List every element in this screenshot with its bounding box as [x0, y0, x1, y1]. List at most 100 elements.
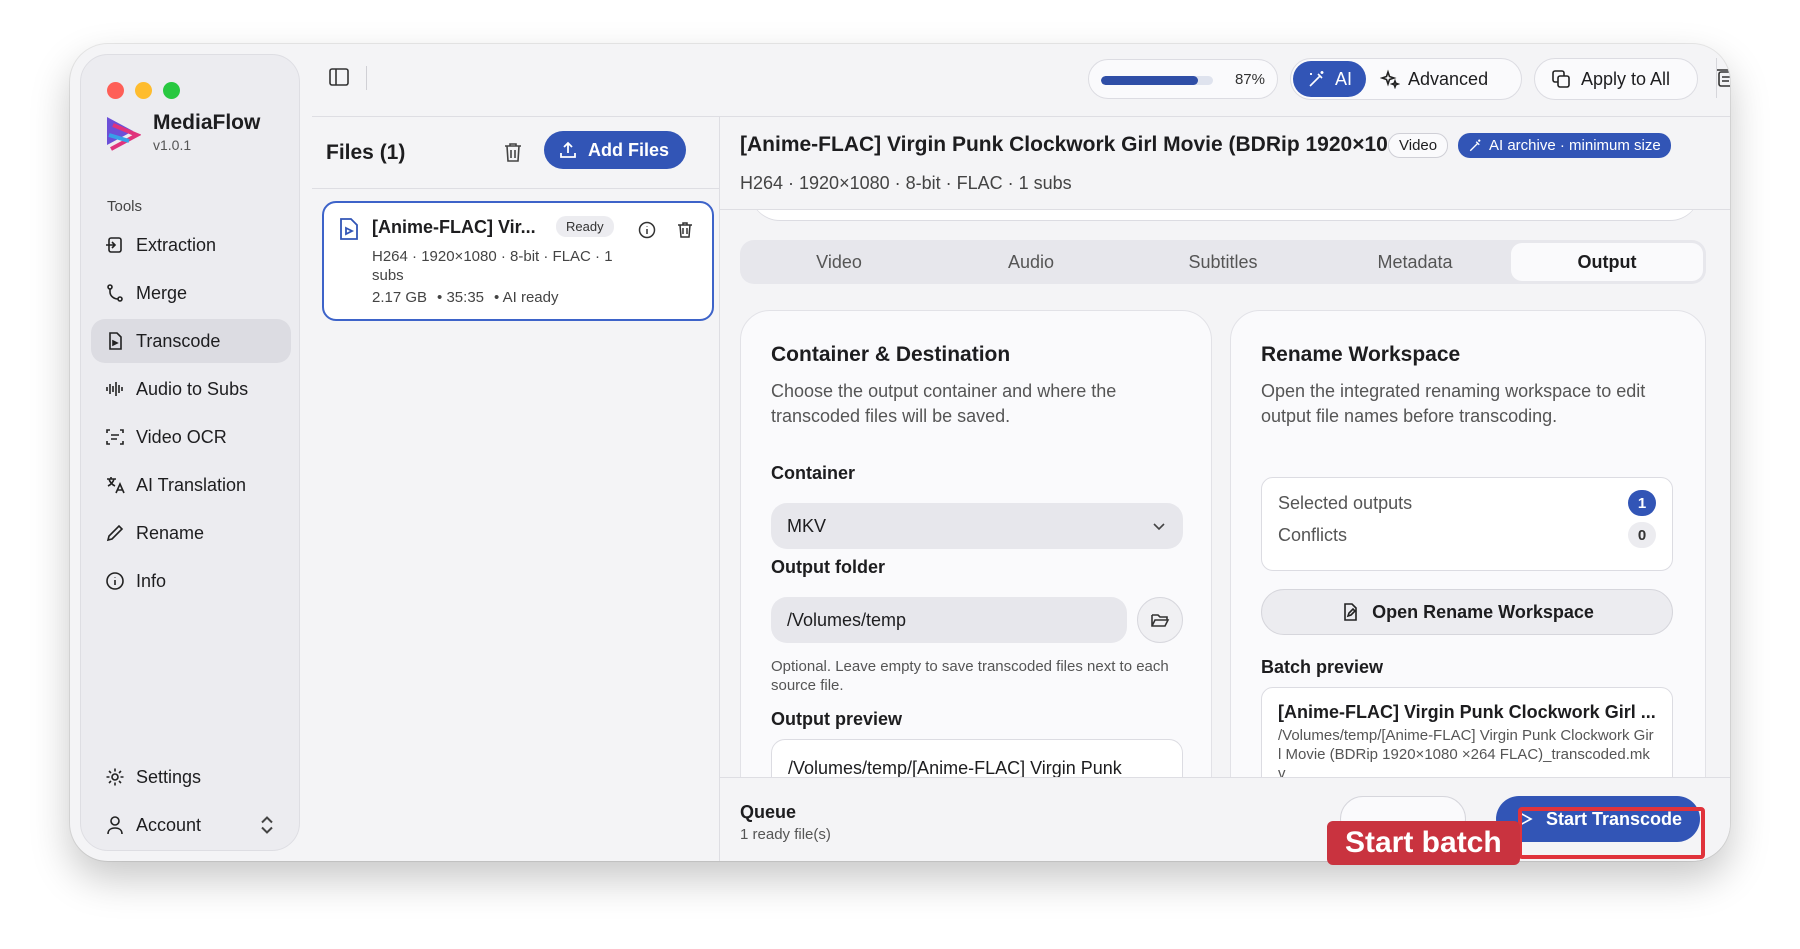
sidebar-item-account[interactable]: Account: [91, 803, 291, 847]
sidebar-item-audio-to-subs[interactable]: Audio to Subs: [91, 367, 291, 411]
conflicts-count: 0: [1628, 522, 1656, 548]
sidebar-item-label: Rename: [136, 522, 205, 543]
card-description: Open the integrated renaming workspace t…: [1261, 381, 1646, 426]
tab-subtitles[interactable]: Subtitles: [1127, 243, 1319, 281]
sidebar-item-label: Audio to Subs: [136, 378, 249, 399]
progress-fill: [1101, 76, 1199, 85]
file-duration: • 35:35: [437, 289, 485, 306]
sidebar-item-video-ocr[interactable]: Video OCR: [91, 415, 291, 459]
selected-outputs-count: 1: [1628, 490, 1656, 516]
output-folder-input[interactable]: /Volumes/temp: [771, 597, 1127, 643]
progress-track: [1101, 76, 1213, 85]
sidebar-item-transcode[interactable]: Transcode: [91, 319, 291, 363]
file-edit-icon: [1344, 603, 1357, 621]
user-icon: [107, 816, 123, 835]
files-panel: Files (1) Add Files [Anime-FLAC] Vir... …: [312, 116, 720, 861]
gear-icon: [106, 768, 124, 786]
container-value: MKV: [787, 515, 827, 536]
batch-preview-path: /Volumes/temp/[Anime-FLAC] Virgin Punk C…: [1278, 727, 1654, 777]
file-list-item[interactable]: [Anime-FLAC] Vir... Ready H264 · 1920×10…: [322, 201, 714, 321]
file-info-icon[interactable]: [638, 221, 656, 239]
sidebar-bottom: Settings Account: [91, 755, 291, 851]
start-transcode-label: Start Transcode: [1546, 808, 1683, 829]
sidebar-item-info[interactable]: Info: [91, 559, 291, 603]
ocr-icon: [106, 429, 124, 445]
ai-preset-badge: AI archive · minimum size: [1458, 133, 1671, 158]
toolbar: 87% AI Advanced Apply to All: [300, 44, 1730, 116]
app-version: v1.0.1: [153, 137, 192, 153]
file-ai-status: • AI ready: [494, 289, 559, 306]
open-rename-workspace-button[interactable]: Open Rename Workspace: [1261, 589, 1673, 635]
files-title: Files (1): [326, 141, 406, 164]
sidebar-item-label: Video OCR: [136, 426, 227, 447]
browse-folder-button[interactable]: [1137, 597, 1183, 643]
file-stats: 2.17 GB • 35:35 • AI ready: [372, 289, 558, 306]
file-name: [Anime-FLAC] Vir...: [372, 217, 536, 237]
settings-scroll-area[interactable]: Video Audio Subtitles Metadata Output Co…: [720, 209, 1730, 777]
scrolled-card-edge: [750, 210, 1700, 220]
container-select[interactable]: MKV: [771, 503, 1183, 549]
start-transcode-button[interactable]: Start Transcode: [1496, 796, 1700, 842]
container-label: Container: [771, 463, 856, 483]
batch-preview-label: Batch preview: [1261, 657, 1384, 677]
sidebar-item-label: AI Translation: [136, 474, 247, 495]
tab-output[interactable]: Output: [1511, 243, 1703, 281]
app-name: MediaFlow: [153, 111, 261, 134]
conflicts-row: Conflicts 0: [1278, 522, 1656, 548]
settings-label: Settings: [136, 766, 202, 787]
sidebar-item-settings[interactable]: Settings: [91, 755, 291, 799]
rename-stats: Selected outputs 1 Conflicts 0: [1261, 477, 1673, 571]
sidebar: MediaFlow v1.0.1 Tools Extraction Merge …: [80, 54, 300, 851]
progress-indicator: 87%: [1088, 59, 1278, 99]
tab-metadata[interactable]: Metadata: [1319, 243, 1511, 281]
sidebar-item-label: Info: [136, 570, 167, 591]
app-window: MediaFlow v1.0.1 Tools Extraction Merge …: [70, 44, 1730, 861]
media-type-badge: Video: [1388, 133, 1449, 158]
queue-list-icon[interactable]: [1714, 66, 1730, 90]
sidebar-item-label: Extraction: [136, 234, 217, 255]
tab-audio[interactable]: Audio: [935, 243, 1127, 281]
sidebar-item-rename[interactable]: Rename: [91, 511, 291, 555]
close-window-button[interactable]: [107, 82, 124, 99]
brand: MediaFlow v1.0.1: [103, 111, 260, 153]
clear-files-trash-icon[interactable]: [502, 141, 524, 163]
annotation-callout: Start batch: [1327, 821, 1520, 865]
tab-video[interactable]: Video: [743, 243, 935, 281]
queue-bar: Queue 1 ready file(s) Start Transcode: [720, 777, 1730, 861]
sparkles-icon: [1380, 69, 1401, 89]
zoom-window-button[interactable]: [163, 82, 180, 99]
rename-workspace-card: Rename Workspace Open the integrated ren…: [1230, 310, 1706, 777]
apply-to-all-button[interactable]: Apply to All: [1534, 58, 1698, 100]
video-file-icon: [340, 218, 358, 240]
add-files-button[interactable]: Add Files: [544, 131, 686, 169]
selected-outputs-row: Selected outputs 1: [1278, 490, 1656, 516]
info-icon: [106, 572, 124, 590]
mode-advanced-label: Advanced: [1408, 68, 1489, 89]
sidebar-toggle-icon[interactable]: [328, 66, 350, 88]
magic-wand-icon: [1309, 71, 1324, 87]
mode-advanced-button[interactable]: Advanced: [1366, 61, 1502, 97]
card-description: Choose the output container and where th…: [771, 381, 1117, 426]
conflicts-label: Conflicts: [1278, 524, 1348, 545]
open-rename-label: Open Rename Workspace: [1372, 601, 1594, 622]
window-controls: [107, 82, 180, 99]
minimize-window-button[interactable]: [135, 82, 152, 99]
waveform-icon: [106, 382, 123, 396]
sidebar-item-merge[interactable]: Merge: [91, 271, 291, 315]
file-meta: H264 · 1920×1080 · 8-bit · FLAC · 1 subs: [372, 248, 613, 284]
mode-ai-button[interactable]: AI: [1293, 61, 1367, 97]
main-panel: [Anime-FLAC] Virgin Punk Clockwork Girl …: [720, 116, 1730, 861]
selected-outputs-label: Selected outputs: [1278, 492, 1413, 513]
sidebar-item-ai-translation[interactable]: AI Translation: [91, 463, 291, 507]
sidebar-item-extraction[interactable]: Extraction: [91, 223, 291, 267]
remove-file-trash-icon[interactable]: [676, 221, 694, 239]
upload-icon: [560, 141, 576, 158]
transcode-icon: [109, 332, 122, 350]
batch-preview-name: [Anime-FLAC] Virgin Punk Clockwork Girl …: [1278, 702, 1656, 722]
mode-ai-label: AI: [1335, 68, 1353, 89]
extraction-icon: [106, 237, 122, 253]
tools-section-title: Tools: [107, 198, 143, 215]
add-files-label: Add Files: [588, 139, 670, 160]
folder-open-icon: [1151, 614, 1170, 627]
apply-to-all-label: Apply to All: [1581, 68, 1671, 89]
